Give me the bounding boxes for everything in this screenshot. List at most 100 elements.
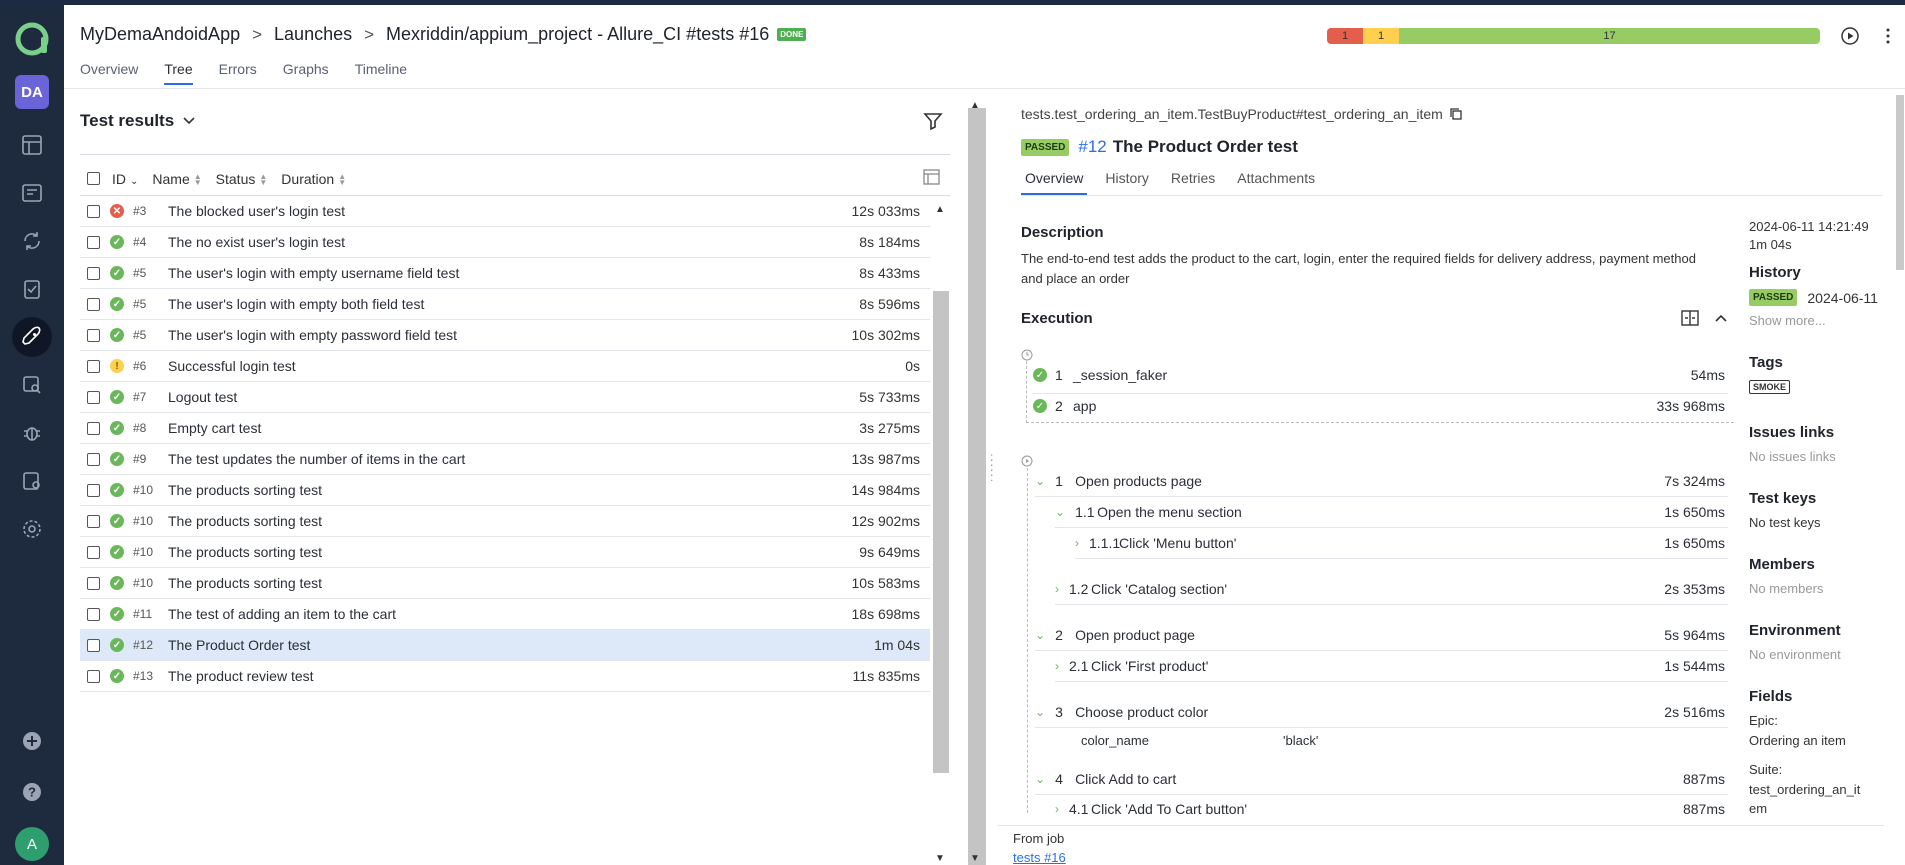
- help-icon[interactable]: ?: [12, 772, 52, 812]
- add-plus-icon[interactable]: [12, 721, 52, 761]
- row-checkbox[interactable]: [87, 235, 100, 249]
- step-row[interactable]: ⌄ 4 Click Add to cart 887ms: [1035, 771, 1725, 787]
- row-checkbox[interactable]: [87, 576, 100, 590]
- tab-overview[interactable]: Overview: [1021, 170, 1088, 195]
- select-all-checkbox[interactable]: [87, 172, 100, 185]
- workspace-avatar[interactable]: DA: [15, 75, 49, 109]
- panel-splitter-track[interactable]: [968, 108, 986, 865]
- tab-history[interactable]: History: [1101, 170, 1153, 195]
- copy-icon[interactable]: [1449, 107, 1463, 121]
- row-checkbox[interactable]: [87, 421, 100, 435]
- table-row[interactable]: ✓ #9 The test updates the number of items …: [80, 444, 930, 475]
- tab-timeline[interactable]: Timeline: [355, 61, 407, 85]
- tab-errors[interactable]: Errors: [219, 61, 257, 85]
- scroll-up-icon[interactable]: ▲: [970, 100, 980, 111]
- sync-icon[interactable]: [12, 221, 52, 261]
- launch-statistics-bar[interactable]: 1 1 17: [1327, 28, 1820, 44]
- detail-scrollbar-thumb[interactable]: [1896, 95, 1904, 270]
- allure-logo-icon[interactable]: [12, 19, 52, 59]
- row-checkbox[interactable]: [87, 545, 100, 559]
- row-checkbox[interactable]: [87, 390, 100, 404]
- table-row[interactable]: ✓ #8 Empty cart test 3s 275ms: [80, 413, 930, 444]
- breadcrumb-project[interactable]: MyDemaAndoidApp: [80, 24, 240, 45]
- step-row[interactable]: ⌄ 1.1 Open the menu section 1s 650ms: [1055, 504, 1725, 520]
- from-job-link[interactable]: tests #16: [1013, 850, 1884, 865]
- column-duration[interactable]: Duration ▲ ▼: [281, 171, 346, 187]
- row-checkbox[interactable]: [87, 607, 100, 621]
- settings-gear-icon[interactable]: [12, 509, 52, 549]
- row-checkbox[interactable]: [87, 483, 100, 497]
- defects-bug-icon[interactable]: [12, 413, 52, 453]
- test-results-dropdown[interactable]: Test results: [80, 111, 196, 131]
- table-row[interactable]: ✓ #4 The no exist user's login test 8s 184m…: [80, 227, 930, 258]
- suite-value: test_ordering_an_it: [1749, 782, 1861, 797]
- compare-icon[interactable]: [1680, 308, 1700, 331]
- row-checkbox[interactable]: [87, 514, 100, 528]
- row-checkbox[interactable]: [87, 638, 100, 652]
- scrollbar-thumb[interactable]: [933, 291, 949, 773]
- tab-graphs[interactable]: Graphs: [283, 61, 329, 85]
- table-row[interactable]: ✓ #5 The user's login with empty username …: [80, 258, 930, 289]
- step-row[interactable]: › 1.1.1 Click 'Menu button' 1s 650ms: [1075, 535, 1725, 551]
- step-row[interactable]: › 2.1 Click 'First product' 1s 544ms: [1055, 658, 1725, 674]
- scroll-up-icon[interactable]: ▲: [935, 204, 945, 215]
- table-row[interactable]: ✓ #10 The products sorting test 9s 649ms: [80, 537, 930, 568]
- table-row[interactable]: ✓ #11 The test of adding an item to the ca…: [80, 599, 930, 630]
- scroll-down-icon[interactable]: ▼: [935, 853, 945, 864]
- row-checkbox[interactable]: [87, 328, 100, 342]
- table-row[interactable]: ✓ #13 The product review test 11s 835ms: [80, 661, 930, 692]
- column-status[interactable]: Status ▲ ▼: [216, 171, 268, 187]
- table-row[interactable]: ✓ #12 The Product Order test 1m 04s: [80, 630, 930, 661]
- tab-retries[interactable]: Retries: [1167, 170, 1219, 195]
- jobs-icon[interactable]: [12, 461, 52, 501]
- reports-icon[interactable]: [12, 173, 52, 213]
- user-avatar[interactable]: A: [15, 827, 49, 861]
- show-more-link[interactable]: Show more...: [1749, 313, 1826, 328]
- row-checkbox[interactable]: [87, 452, 100, 466]
- tab-overview[interactable]: Overview: [80, 61, 138, 85]
- table-header: ID ⌄ Name ▲ ▼ Status ▲ ▼ Duration ▲ ▼: [80, 162, 950, 196]
- row-id: #13: [133, 669, 154, 683]
- collapse-chevron-up-icon[interactable]: [1713, 310, 1729, 329]
- filter-icon[interactable]: [922, 110, 944, 132]
- column-id[interactable]: ID ⌄: [112, 171, 138, 187]
- table-row[interactable]: ✕ #3 The blocked user's login test 12s 033m…: [80, 196, 930, 227]
- tag-badge[interactable]: SMOKE: [1749, 377, 1791, 394]
- table-row[interactable]: ✓ #7 Logout test 5s 733ms: [80, 382, 930, 413]
- step-row[interactable]: ⌄ 2 Open product page 5s 964ms: [1035, 627, 1725, 643]
- table-row[interactable]: ! #6 Successful login test 0s: [80, 351, 930, 382]
- test-search-icon[interactable]: [12, 365, 52, 405]
- row-checkbox[interactable]: [87, 297, 100, 311]
- fixture-row[interactable]: ✓ 2 app 33s 968ms: [1033, 398, 1725, 414]
- fixture-row[interactable]: ✓ 1 _session_faker 54ms: [1033, 367, 1725, 383]
- column-name[interactable]: Name ▲ ▼: [152, 171, 201, 187]
- results-scrollbar[interactable]: ▲ ▼: [930, 196, 950, 865]
- table-row[interactable]: ✓ #10 The products sorting test 10s 583ms: [80, 568, 930, 599]
- dashboards-icon[interactable]: [12, 125, 52, 165]
- step-row[interactable]: ⌄ 3 Choose product color 2s 516ms: [1035, 704, 1725, 720]
- resize-handle-icon[interactable]: :::::: [990, 451, 993, 483]
- row-checkbox[interactable]: [87, 266, 100, 280]
- status-passed-icon: ✓: [110, 638, 124, 652]
- history-entry[interactable]: PASSED 2024-06-11: [1749, 289, 1878, 306]
- row-checkbox[interactable]: [87, 204, 100, 218]
- column-settings-icon[interactable]: [922, 167, 942, 190]
- table-row[interactable]: ✓ #5 The user's login with empty both fiel…: [80, 289, 930, 320]
- table-row[interactable]: ✓ #10 The products sorting test 14s 984ms: [80, 475, 930, 506]
- table-row[interactable]: ✓ #10 The products sorting test 12s 902ms: [80, 506, 930, 537]
- run-play-icon[interactable]: [1840, 26, 1860, 46]
- row-checkbox[interactable]: [87, 669, 100, 683]
- table-row[interactable]: ✓ #5 The user's login with empty password …: [80, 320, 930, 351]
- breadcrumb-launches[interactable]: Launches: [274, 24, 352, 45]
- more-vertical-icon[interactable]: [1878, 26, 1898, 46]
- row-checkbox[interactable]: [87, 359, 100, 373]
- step-row[interactable]: › 4.1 Click 'Add To Cart button' 887ms: [1055, 802, 1725, 816]
- step-row[interactable]: › 1.2 Click 'Catalog section' 2s 353ms: [1055, 581, 1725, 597]
- row-name: The no exist user's login test: [168, 234, 345, 250]
- launches-rocket-icon[interactable]: [12, 317, 52, 357]
- step-row[interactable]: ⌄ 1 Open products page 7s 324ms: [1035, 473, 1725, 489]
- tab-tree[interactable]: Tree: [164, 61, 193, 85]
- scroll-down-icon[interactable]: ▼: [970, 853, 980, 864]
- test-plans-icon[interactable]: [12, 269, 52, 309]
- tab-attachments[interactable]: Attachments: [1233, 170, 1319, 195]
